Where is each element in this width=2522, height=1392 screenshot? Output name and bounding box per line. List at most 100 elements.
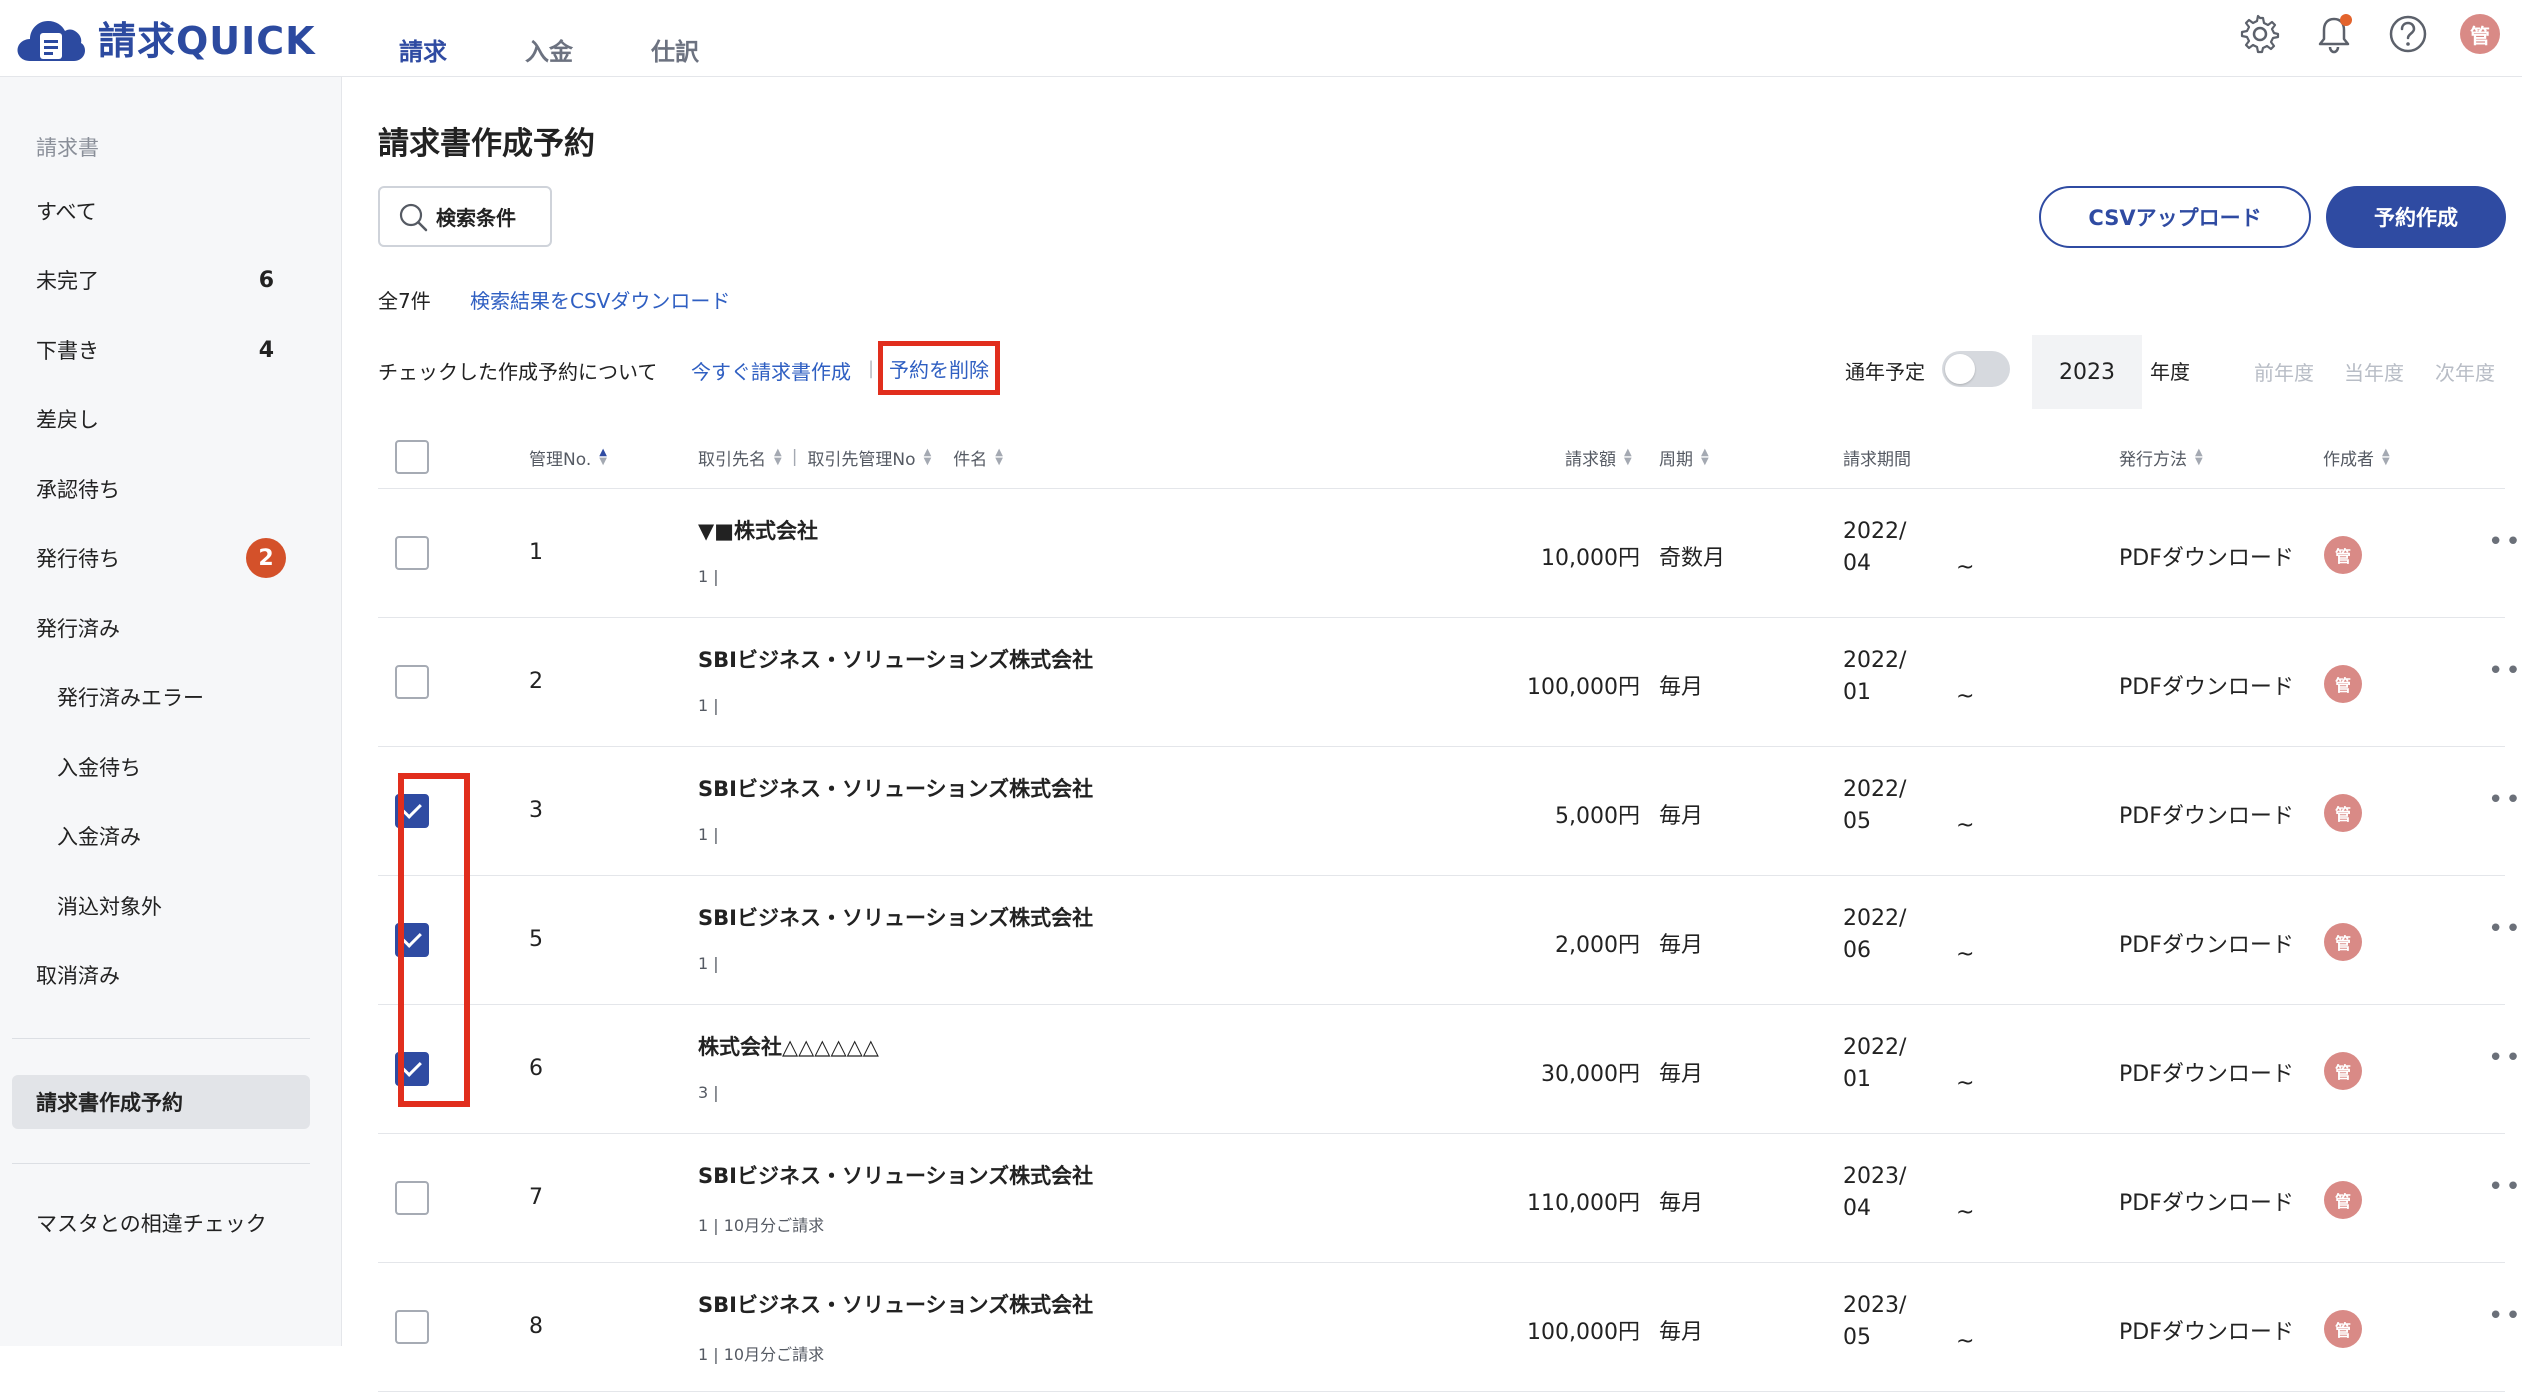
row-period-year: 2022/: [1843, 777, 1907, 802]
csv-upload-button[interactable]: CSVアップロード: [2039, 186, 2311, 248]
row-management-no: 3: [529, 798, 543, 823]
table-row[interactable]: 6 株式会社△△△△△△ 3 | 30,000円 毎月 2022/ 01 ~ P…: [378, 1005, 2522, 1134]
header-subject[interactable]: 件名: [953, 445, 987, 470]
row-checkbox[interactable]: [395, 665, 429, 699]
header-partner-no[interactable]: 取引先管理No: [807, 445, 915, 470]
row-partner-name[interactable]: ▼■株式会社: [698, 515, 818, 545]
sidebar-item-awaiting-approval[interactable]: 承認待ち: [0, 459, 342, 519]
row-more-menu-icon[interactable]: •••: [2488, 1172, 2522, 1202]
prev-year-link[interactable]: 前年度: [2254, 357, 2314, 386]
row-more-menu-icon[interactable]: •••: [2488, 656, 2522, 686]
row-cycle: 毎月: [1659, 1062, 1704, 1087]
header-amount[interactable]: 請求額 ▲ ▼: [1565, 425, 1632, 489]
sidebar-item-issue-error[interactable]: 発行済みエラー: [0, 667, 342, 727]
help-icon[interactable]: [2386, 12, 2430, 56]
row-more-menu-icon[interactable]: •••: [2488, 785, 2522, 815]
header-partner-name[interactable]: 取引先名: [698, 445, 766, 470]
fiscal-year-value[interactable]: 2023: [2032, 335, 2142, 409]
row-period-year: 2022/: [1843, 519, 1907, 544]
row-checkbox[interactable]: [395, 536, 429, 570]
page-title: 請求書作成予約: [378, 126, 595, 162]
row-more-menu-icon[interactable]: •••: [2488, 1301, 2522, 1331]
current-year-link[interactable]: 当年度: [2344, 357, 2404, 386]
row-cycle: 毎月: [1659, 933, 1704, 958]
header-management-no[interactable]: 管理No. ▲ ▼: [529, 425, 607, 489]
row-partner-name[interactable]: 株式会社△△△△△△: [698, 1031, 879, 1061]
sidebar-item-paid[interactable]: 入金済み: [0, 806, 342, 866]
sidebar-item-master-diff-check[interactable]: マスタとの相違チェック: [0, 1193, 342, 1253]
row-period-tilde: ~: [1956, 1200, 1975, 1225]
select-all-checkbox[interactable]: [395, 440, 429, 474]
row-partner-subject: 1 | 10月分ご請求: [698, 1345, 825, 1364]
fiscal-year-unit: 年度: [2150, 360, 2190, 384]
sidebar-item-badge: 2: [246, 538, 286, 578]
row-cycle: 奇数月: [1659, 546, 1726, 571]
sort-icon: ▲ ▼: [2195, 447, 2203, 467]
bulk-delete-schedule-link[interactable]: 予約を削除: [878, 341, 1000, 395]
gear-icon[interactable]: [2238, 12, 2282, 56]
row-issue-method: PDFダウンロード: [2119, 546, 2294, 571]
app-logo[interactable]: 請求QUICK: [16, 10, 316, 65]
row-partner-name[interactable]: SBIビジネス・ソリューションズ株式会社: [698, 1160, 1093, 1190]
bulk-delete-label: 予約を削除: [889, 357, 989, 382]
table-row[interactable]: 2 SBIビジネス・ソリューションズ株式会社 1 | 100,000円 毎月 2…: [378, 618, 2522, 747]
sidebar-item-excluded[interactable]: 消込対象外: [0, 876, 342, 936]
row-checkbox[interactable]: [395, 1310, 429, 1344]
create-schedule-button[interactable]: 予約作成: [2326, 186, 2506, 248]
sidebar-item-draft[interactable]: 下書き 4: [0, 320, 342, 380]
bell-icon[interactable]: [2312, 12, 2356, 56]
row-author-avatar: 管: [2324, 794, 2362, 832]
sidebar-item-awaiting-payment[interactable]: 入金待ち: [0, 737, 342, 797]
row-author-avatar: 管: [2324, 536, 2362, 574]
row-cycle: 毎月: [1659, 1191, 1704, 1216]
row-amount: 2,000円: [1555, 933, 1640, 958]
table-row[interactable]: 7 SBIビジネス・ソリューションズ株式会社 1 | 10月分ご請求 110,0…: [378, 1134, 2522, 1263]
sidebar-item-incomplete[interactable]: 未完了 6: [0, 250, 342, 310]
search-conditions-button[interactable]: 検索条件: [378, 186, 552, 247]
sidebar-item-awaiting-issue[interactable]: 発行待ち 2: [0, 528, 342, 588]
csv-download-link[interactable]: 検索結果をCSVダウンロード: [470, 285, 730, 314]
row-partner-name[interactable]: SBIビジネス・ソリューションズ株式会社: [698, 773, 1093, 803]
tab-invoice[interactable]: 請求: [360, 0, 486, 77]
row-partner-name[interactable]: SBIビジネス・ソリューションズ株式会社: [698, 1289, 1093, 1319]
row-partner-name[interactable]: SBIビジネス・ソリューションズ株式会社: [698, 644, 1093, 674]
yearly-schedule-toggle[interactable]: [1942, 351, 2010, 387]
next-year-link[interactable]: 次年度: [2435, 357, 2495, 386]
table-row[interactable]: 8 SBIビジネス・ソリューションズ株式会社 1 | 10月分ご請求 100,0…: [378, 1263, 2522, 1392]
sort-icon: ▲ ▼: [1701, 447, 1709, 467]
table-row[interactable]: 5 SBIビジネス・ソリューションズ株式会社 1 | 2,000円 毎月 202…: [378, 876, 2522, 1005]
bulk-create-invoice-link[interactable]: 今すぐ請求書作成: [691, 356, 851, 385]
row-more-menu-icon[interactable]: •••: [2488, 527, 2522, 557]
sidebar-item-label: 発行待ち: [36, 547, 120, 571]
sidebar-item-issued[interactable]: 発行済み: [0, 598, 342, 658]
table-row[interactable]: 3 SBIビジネス・ソリューションズ株式会社 1 | 5,000円 毎月 202…: [378, 747, 2522, 876]
sidebar-item-cancelled[interactable]: 取消済み: [0, 945, 342, 1005]
row-more-menu-icon[interactable]: •••: [2488, 914, 2522, 944]
row-amount: 110,000円: [1527, 1191, 1640, 1216]
tab-journal[interactable]: 仕訳: [612, 0, 738, 77]
row-partner-subject: 1 |: [698, 696, 719, 715]
row-period-tilde: ~: [1956, 1071, 1975, 1096]
header-cycle[interactable]: 周期 ▲ ▼: [1659, 425, 1709, 489]
sidebar-item-label: マスタとの相違チェック: [36, 1212, 267, 1236]
sidebar-item-scheduled-creation[interactable]: 請求書作成予約: [12, 1075, 310, 1129]
row-amount: 30,000円: [1541, 1062, 1640, 1087]
row-management-no: 2: [529, 669, 543, 694]
row-checkbox[interactable]: [395, 1181, 429, 1215]
header-method[interactable]: 発行方法 ▲ ▼: [2119, 425, 2203, 489]
row-management-no: 7: [529, 1185, 543, 1210]
header-label: 周期: [1659, 449, 1693, 470]
header-author[interactable]: 作成者 ▲ ▼: [2323, 425, 2390, 489]
sidebar-item-label: 未完了: [36, 269, 99, 293]
tab-payment[interactable]: 入金: [486, 0, 612, 77]
header-icons: 管: [2238, 12, 2500, 56]
row-more-menu-icon[interactable]: •••: [2488, 1043, 2522, 1073]
sort-icon: ▲ ▼: [923, 447, 932, 467]
sidebar-item-all[interactable]: すべて: [0, 181, 342, 241]
top-bar: 請求QUICK 請求 入金 仕訳 管: [0, 0, 2522, 77]
table-row[interactable]: 1 ▼■株式会社 1 | 10,000円 奇数月 2022/ 04 ~ PDFダ…: [378, 489, 2522, 618]
row-author-avatar: 管: [2324, 1052, 2362, 1090]
row-partner-name[interactable]: SBIビジネス・ソリューションズ株式会社: [698, 902, 1093, 932]
user-avatar[interactable]: 管: [2460, 14, 2500, 54]
sidebar-item-returned[interactable]: 差戻し: [0, 389, 342, 449]
